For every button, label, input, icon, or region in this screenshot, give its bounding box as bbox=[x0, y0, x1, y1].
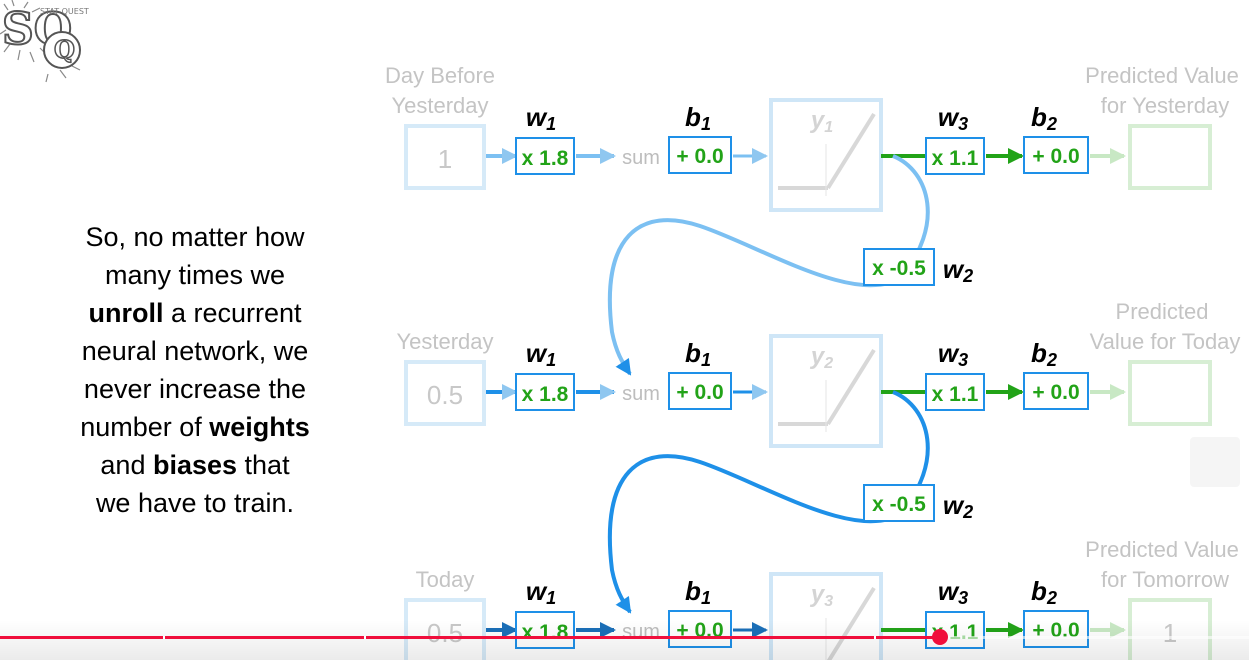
output-label: for Yesterday bbox=[1101, 93, 1229, 118]
b2-label: b2 bbox=[1031, 102, 1057, 134]
b1-value: + 0.0 bbox=[676, 145, 723, 168]
w2-value: x -0.5 bbox=[872, 493, 926, 516]
sum-label: sum bbox=[622, 383, 660, 405]
w1-value: x 1.8 bbox=[522, 383, 569, 406]
w3-label: w3 bbox=[938, 576, 968, 608]
w3-label: w3 bbox=[938, 102, 968, 134]
w1-value: x 1.8 bbox=[522, 147, 569, 170]
b1-label: b1 bbox=[685, 102, 711, 134]
input-label: Day Before bbox=[385, 63, 495, 88]
rnn-row-2: Yesterday0.5w1x 1.8 sumb1+ 0.0y2 w3x 1.1b2… bbox=[396, 299, 1241, 448]
rnn-row-1: Day BeforeYesterday1w1x 1.8 sumb1+ 0.0y1 w… bbox=[385, 63, 1239, 212]
w3-value: x 1.1 bbox=[932, 383, 979, 406]
video-overlay-button[interactable] bbox=[1190, 437, 1240, 487]
rnn-unrolled-diagram: Day BeforeYesterday1w1x 1.8 sumb1+ 0.0y1 w… bbox=[385, 63, 1241, 660]
input-value: 0.5 bbox=[427, 380, 463, 410]
sum-label: sum bbox=[622, 147, 660, 169]
b2-label: b2 bbox=[1031, 338, 1057, 370]
w3-label: w3 bbox=[938, 338, 968, 370]
chapter-marker bbox=[163, 636, 165, 639]
b2-value: + 0.0 bbox=[1032, 381, 1079, 404]
output-label: Predicted Value bbox=[1085, 537, 1239, 562]
chapter-marker bbox=[874, 636, 876, 639]
output-label: Value for Today bbox=[1090, 329, 1241, 354]
b2-value: + 0.0 bbox=[1032, 145, 1079, 168]
input-label: Yesterday bbox=[391, 93, 488, 118]
chapter-marker bbox=[364, 636, 366, 639]
input-value: 1 bbox=[438, 144, 452, 174]
w1-label: w1 bbox=[526, 338, 556, 370]
input-label: Today bbox=[416, 567, 475, 592]
w2-label: w2 bbox=[943, 490, 973, 522]
b1-label: b1 bbox=[685, 338, 711, 370]
progress-fill bbox=[0, 636, 941, 639]
b1-label: b1 bbox=[685, 576, 711, 608]
output-label: Predicted bbox=[1116, 299, 1209, 324]
output-label: for Tomorrow bbox=[1101, 567, 1229, 592]
w1-label: w1 bbox=[526, 102, 556, 134]
b2-label: b2 bbox=[1031, 576, 1057, 608]
b1-value: + 0.0 bbox=[676, 381, 723, 404]
video-controls-gradient bbox=[0, 620, 1249, 660]
w1-label: w1 bbox=[526, 576, 556, 608]
output-label: Predicted Value bbox=[1085, 63, 1239, 88]
w2-label: w2 bbox=[943, 254, 973, 286]
input-label: Yesterday bbox=[396, 329, 493, 354]
output-box bbox=[1128, 124, 1212, 190]
w3-value: x 1.1 bbox=[932, 147, 979, 170]
w2-value: x -0.5 bbox=[872, 257, 926, 280]
output-box bbox=[1128, 360, 1212, 426]
